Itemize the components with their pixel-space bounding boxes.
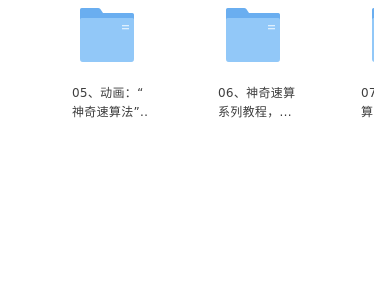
folder-item[interactable]: 06、神奇速算 系列教程，... xyxy=(194,0,314,140)
folder-label: 07 算 xyxy=(361,86,374,119)
file-grid: 05、动画：“ 神奇速算法”.. 06、神奇速算 系列教程，... 07 算 xyxy=(0,0,374,281)
folder-label: 06、神奇速算 系列教程，... xyxy=(218,86,296,119)
folder-item[interactable]: 07 算 xyxy=(340,0,374,140)
folder-icon xyxy=(224,7,282,63)
folder-icon xyxy=(370,7,374,63)
folder-item[interactable]: 05、动画：“ 神奇速算法”.. xyxy=(48,0,168,140)
folder-icon xyxy=(78,7,136,63)
folder-label: 05、动画：“ 神奇速算法”.. xyxy=(72,86,149,119)
